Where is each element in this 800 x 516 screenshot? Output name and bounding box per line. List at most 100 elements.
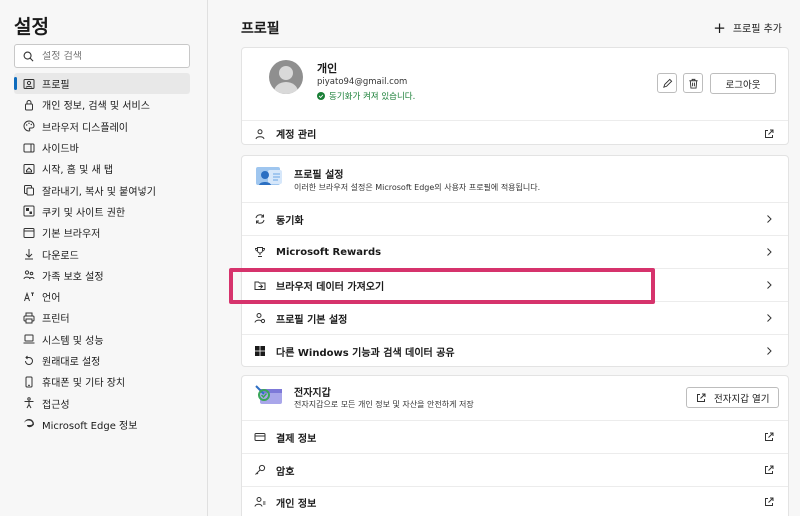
sidebar-item-label: 개인 정보, 검색 및 서비스 — [42, 101, 150, 113]
sidebar-item-downloads[interactable]: 다운로드 — [14, 243, 190, 264]
windows-share-row[interactable]: 다른 Windows 기능과 검색 데이터 공유 — [242, 334, 788, 367]
search-icon — [23, 51, 34, 61]
page-title: 프로필 — [241, 21, 280, 37]
profile-preferences-label: 프로필 기본 설정 — [276, 314, 348, 326]
profile-name: 개인 — [317, 62, 338, 75]
avatar — [269, 60, 303, 94]
sidebar-item-sidebar[interactable]: 사이드바 — [14, 137, 190, 158]
sidebar-item-about-edge[interactable]: Microsoft Edge 정보 — [14, 414, 190, 435]
microsoft-rewards-row[interactable]: Microsoft Rewards — [242, 235, 788, 268]
sidebar-item-label: 접근성 — [42, 399, 70, 411]
profile-email: piyato94@gmail.com — [317, 77, 408, 87]
sidebar-item-label: 사이드바 — [42, 144, 79, 156]
sidebar-item-privacy[interactable]: 개인 정보, 검색 및 서비스 — [14, 94, 190, 115]
edit-profile-button[interactable] — [657, 73, 677, 93]
profile-settings-illustration-icon — [256, 167, 282, 185]
sidebar-item-default-browser[interactable]: 기본 브라우저 — [14, 222, 190, 243]
sync-row[interactable]: 동기화 — [242, 202, 788, 235]
wallet-description: 전자지갑으로 모든 개인 정보 및 자산을 안전하게 저장 — [294, 400, 474, 409]
sidebar-item-label: 다운로드 — [42, 250, 79, 262]
clipboard-icon — [24, 185, 34, 196]
profile-icon — [23, 78, 35, 89]
sidebar-item-label: 브라우저 디스플레이 — [42, 122, 128, 134]
wallet-card: 전자지갑 전자지갑으로 모든 개인 정보 및 자산을 안전하게 저장 전자지갑 … — [241, 375, 789, 516]
card-icon — [254, 433, 266, 441]
passwords-label: 암호 — [276, 466, 295, 478]
sidebar-item-label: 잘라내기, 복사 및 붙여넣기 — [42, 186, 156, 198]
sidebar-item-clipboard[interactable]: 잘라내기, 복사 및 붙여넣기 — [14, 179, 190, 200]
trash-icon — [688, 78, 698, 89]
payment-info-row[interactable]: 결제 정보 — [242, 420, 788, 453]
sidebar-title: 설정 — [14, 16, 49, 38]
person-info-icon — [254, 497, 266, 507]
edge-icon — [24, 419, 35, 428]
personal-info-row[interactable]: 개인 정보 — [242, 486, 788, 516]
sidebar-item-label: 시작, 홈 및 새 탭 — [42, 165, 114, 177]
add-profile-label: 프로필 추가 — [732, 24, 782, 35]
sidebar-item-label: Microsoft Edge 정보 — [42, 420, 138, 432]
profile-settings-title: 프로필 설정 — [294, 170, 344, 181]
manage-account-row[interactable]: 계정 관리 — [242, 120, 788, 146]
open-wallet-button[interactable]: 전자지갑 열기 — [686, 387, 779, 408]
profile-settings-description: 이러한 브라우저 설정은 Microsoft Edge의 사용자 프로필에 적용… — [294, 183, 541, 192]
sidebar-item-system[interactable]: 시스템 및 성능 — [14, 329, 190, 350]
microsoft-rewards-label: Microsoft Rewards — [276, 246, 382, 258]
browser-icon — [23, 227, 35, 238]
payment-info-label: 결제 정보 — [276, 433, 317, 445]
wallet-title: 전자지갑 — [294, 388, 331, 399]
sidebar-item-label: 프로필 — [42, 80, 70, 92]
plus-icon: + — [713, 18, 726, 37]
sidebar-item-label: 언어 — [42, 293, 61, 305]
chevron-right-icon — [767, 347, 772, 355]
cookie-icon — [23, 205, 35, 217]
manage-account-label: 계정 관리 — [276, 130, 317, 141]
add-profile-button[interactable]: + 프로필 추가 — [713, 20, 782, 35]
sidebar-item-start-home[interactable]: 시작, 홈 및 새 탭 — [14, 158, 190, 179]
logout-button[interactable]: 로그아웃 — [710, 73, 776, 94]
profile-settings-card: 프로필 설정 이러한 브라우저 설정은 Microsoft Edge의 사용자 … — [241, 155, 789, 367]
person-icon — [255, 128, 265, 139]
profile-card: 개인 piyato94@gmail.com 동기화가 켜져 있습니다. 로그아웃… — [241, 47, 789, 145]
accessibility-icon — [24, 397, 34, 409]
sidebar-item-label: 프린터 — [42, 314, 70, 326]
laptop-icon — [23, 334, 35, 344]
settings-search-input[interactable] — [42, 50, 182, 62]
printer-icon — [23, 312, 35, 324]
lock-icon — [25, 99, 33, 111]
sidebar-item-reset[interactable]: 원래대로 설정 — [14, 350, 190, 371]
external-link-icon — [765, 432, 774, 441]
passwords-row[interactable]: 암호 — [242, 453, 788, 486]
sidebar-item-family[interactable]: 가족 보호 설정 — [14, 265, 190, 286]
sidebar-item-accessibility[interactable]: 접근성 — [14, 392, 190, 413]
import-browser-data-row[interactable]: 브라우저 데이터 가져오기 — [242, 268, 788, 301]
sync-status-text: 동기화가 켜져 있습니다. — [329, 92, 416, 102]
family-icon — [23, 270, 35, 280]
sidebar-icon — [23, 143, 35, 153]
home-tab-icon — [23, 163, 35, 174]
sidebar-item-label: 기본 브라우저 — [42, 229, 101, 241]
delete-profile-button[interactable] — [683, 73, 703, 93]
sync-icon — [255, 214, 265, 224]
open-wallet-label: 전자지갑 열기 — [714, 393, 770, 405]
external-link-icon — [697, 393, 706, 402]
sidebar-item-profile[interactable]: 프로필 — [14, 73, 190, 95]
sidebar-item-display[interactable]: 브라우저 디스플레이 — [14, 116, 190, 137]
sidebar-item-language[interactable]: 언어 — [14, 286, 190, 307]
sidebar-item-phone[interactable]: 휴대폰 및 기타 장치 — [14, 371, 190, 392]
sidebar-item-label: 시스템 및 성능 — [42, 335, 104, 347]
personal-info-label: 개인 정보 — [276, 498, 317, 510]
sidebar-item-label: 원래대로 설정 — [42, 357, 101, 368]
settings-sidebar: 설정 프로필 개인 정보, 검색 및 서비스 브라우저 디스플레이 사이드바 시… — [0, 0, 208, 516]
key-icon — [255, 464, 266, 475]
sidebar-item-cookies[interactable]: 쿠키 및 사이트 권한 — [14, 201, 190, 222]
chevron-right-icon — [767, 248, 772, 256]
sidebar-item-label: 가족 보호 설정 — [42, 271, 104, 283]
external-link-icon — [765, 129, 774, 138]
settings-search-box[interactable] — [14, 44, 190, 68]
chevron-right-icon — [767, 314, 772, 322]
profile-settings-icon — [254, 313, 266, 324]
sidebar-item-printer[interactable]: 프린터 — [14, 307, 190, 328]
palette-icon — [23, 120, 35, 132]
pencil-icon — [662, 78, 672, 88]
profile-preferences-row[interactable]: 프로필 기본 설정 — [242, 301, 788, 334]
